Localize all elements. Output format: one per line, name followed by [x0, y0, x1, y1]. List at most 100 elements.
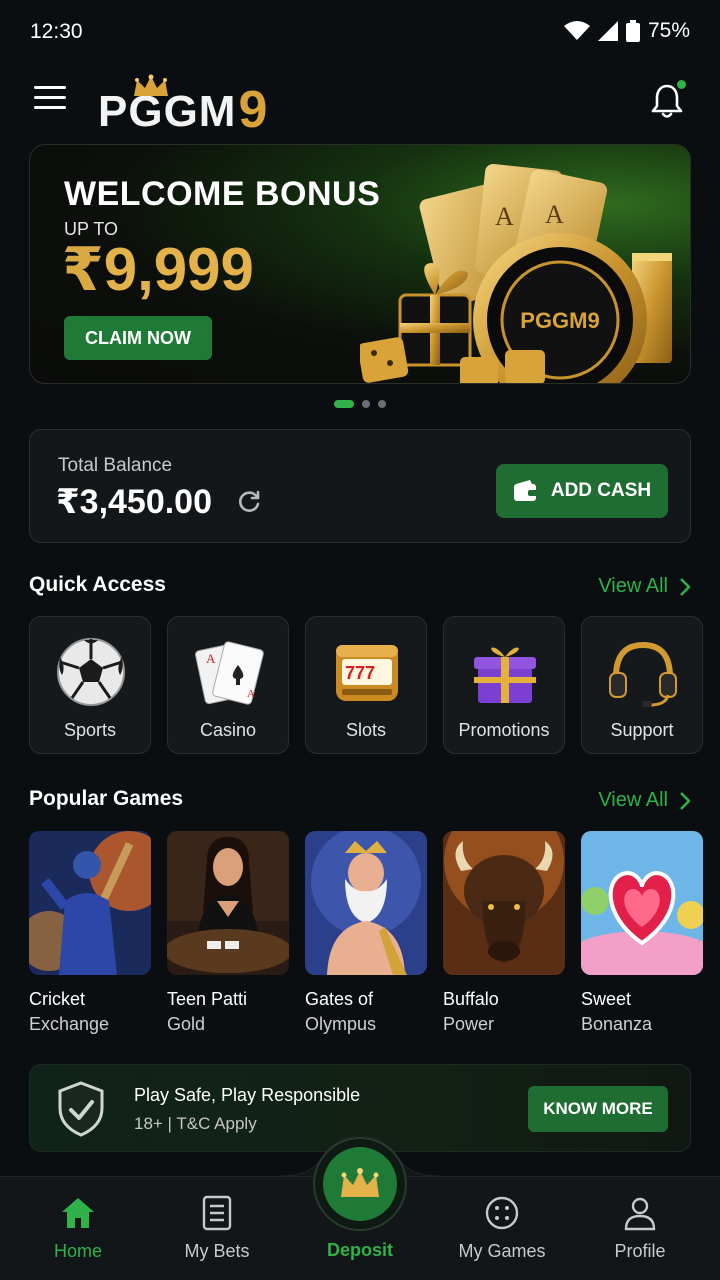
game-card-buffalo-power[interactable]: Buffalo Power — [443, 831, 565, 1037]
nav-label: Home — [53, 1241, 102, 1261]
notification-dot — [677, 80, 686, 89]
game-subtitle: Bonanza — [581, 1014, 653, 1034]
banner-amount-value: 9,999 — [103, 236, 254, 303]
popular-games-view-all[interactable]: View All — [598, 789, 690, 812]
playing-cards-icon: A A — [195, 641, 264, 705]
game-subtitle: Olympus — [305, 1014, 377, 1034]
nav-label: Profile — [614, 1241, 666, 1261]
chevron-right-icon — [680, 791, 690, 810]
add-cash-button[interactable]: ADD CASH — [496, 464, 668, 518]
game-thumbnail — [443, 831, 565, 975]
refresh-icon[interactable] — [236, 489, 262, 515]
carousel-dot[interactable] — [378, 400, 386, 408]
game-title: Sweet — [581, 989, 632, 1009]
carousel-dot-active[interactable] — [334, 400, 354, 408]
zeus-image — [305, 831, 427, 975]
balance-card: Total Balance ₹3,450.00 ADD CASH — [29, 429, 691, 543]
nav-deposit-label[interactable]: Deposit — [300, 1240, 420, 1261]
banner-carousel-dots — [0, 400, 720, 408]
banner-currency: ₹ — [62, 236, 104, 303]
quick-access-casino[interactable]: A A Casino — [167, 616, 289, 754]
quick-access-view-all[interactable]: View All — [598, 575, 690, 598]
game-card-gates-of-olympus[interactable]: Gates of Olympus — [305, 831, 427, 1037]
quick-access-label: Support — [610, 720, 674, 740]
soccer-ball-icon — [57, 638, 125, 706]
game-subtitle: Exchange — [29, 1014, 110, 1034]
quick-access-label: Sports — [63, 720, 117, 740]
casino-chips-cards-gift-illustration: A A PGGM9 — [360, 164, 672, 383]
wifi-icon — [563, 21, 590, 40]
battery-icon — [625, 20, 640, 42]
game-subtitle: Gold — [167, 1014, 206, 1034]
nav-my-games[interactable]: My Games — [442, 1177, 562, 1280]
battery-percent: 75% — [647, 19, 690, 42]
game-card-sweet-bonanza[interactable]: Sweet Bonanza — [581, 831, 703, 1037]
status-time: 12:30 — [30, 20, 83, 43]
know-more-button[interactable]: KNOW MORE — [528, 1086, 668, 1132]
quick-access-slots[interactable]: 777 Slots — [305, 616, 427, 754]
game-title: Gates of — [305, 989, 374, 1009]
game-title: Teen Patti — [167, 989, 248, 1009]
menu-button[interactable] — [34, 86, 66, 112]
quick-access-label: Slots — [345, 720, 387, 740]
logo-digit: 9 — [238, 81, 268, 139]
quick-access-label: Casino — [199, 720, 257, 740]
quick-access-sports[interactable]: Sports — [29, 616, 151, 754]
view-all-label: View All — [598, 789, 668, 811]
chip-logo-text: PGGM9 — [520, 308, 599, 333]
nav-home[interactable]: Home — [18, 1177, 138, 1280]
headset-icon — [609, 641, 677, 707]
menu-icon-line — [34, 96, 66, 99]
quick-access-promotions[interactable]: Promotions — [443, 616, 565, 754]
quick-access-label: Promotions — [458, 720, 550, 740]
chevron-right-icon — [680, 577, 690, 596]
bets-slip-icon — [202, 1195, 232, 1231]
svg-text:777: 777 — [345, 663, 375, 683]
quick-access-title: Quick Access — [29, 573, 166, 596]
quick-access-support[interactable]: Support — [581, 616, 703, 754]
nav-label: My Bets — [184, 1241, 250, 1261]
carousel-dot[interactable] — [362, 400, 370, 408]
nav-label: My Games — [458, 1241, 546, 1261]
status-bar: 12:30 75% — [0, 0, 720, 62]
svg-text:A: A — [545, 200, 564, 229]
menu-icon — [34, 86, 66, 89]
buffalo-image — [443, 831, 565, 975]
shield-check-icon — [58, 1081, 104, 1137]
game-thumbnail — [29, 831, 151, 975]
notifications-button[interactable] — [650, 80, 686, 120]
claim-now-button[interactable]: CLAIM NOW — [64, 316, 212, 360]
banner-title: WELCOME BONUS — [64, 175, 381, 213]
add-cash-label: ADD CASH — [550, 480, 652, 501]
balance-label: Total Balance — [58, 455, 173, 476]
candy-heart-image — [581, 831, 703, 975]
popular-games-title: Popular Games — [29, 787, 184, 810]
crown-icon — [341, 1168, 379, 1197]
game-title: Buffalo — [443, 989, 499, 1009]
quick-access-row: Sports A A Casino 777 Slots Promotions S… — [29, 616, 720, 756]
svg-text:A: A — [206, 651, 216, 666]
deposit-button[interactable] — [313, 1137, 407, 1231]
game-subtitle: Power — [443, 1014, 495, 1034]
logo-crown-icon — [134, 74, 168, 96]
brand-logo[interactable]: PGGM 9 — [98, 74, 268, 139]
game-card-cricket-exchange[interactable]: Cricket Exchange — [29, 831, 151, 1037]
banner-amount: ₹9,999 — [62, 235, 254, 305]
menu-icon-line — [34, 106, 66, 109]
balance-value: ₹3,450.00 — [56, 483, 213, 521]
game-thumbnail — [581, 831, 703, 975]
responsible-subtitle: 18+ | T&C Apply — [134, 1114, 257, 1133]
nav-my-bets[interactable]: My Bets — [157, 1177, 277, 1280]
svg-text:A: A — [247, 688, 255, 700]
signal-icon — [597, 21, 618, 41]
game-card-teen-patti-gold[interactable]: Teen Patti Gold — [167, 831, 289, 1037]
game-thumbnail — [167, 831, 289, 975]
game-thumbnail — [305, 831, 427, 975]
responsible-title: Play Safe, Play Responsible — [134, 1085, 361, 1105]
gift-box-icon — [474, 647, 536, 703]
welcome-bonus-banner[interactable]: WELCOME BONUS UP TO ₹9,999 CLAIM NOW A A… — [29, 144, 691, 384]
slot-machine-icon: 777 — [336, 645, 398, 701]
nav-profile[interactable]: Profile — [580, 1177, 700, 1280]
wallet-icon — [513, 480, 538, 501]
user-icon — [624, 1197, 656, 1231]
